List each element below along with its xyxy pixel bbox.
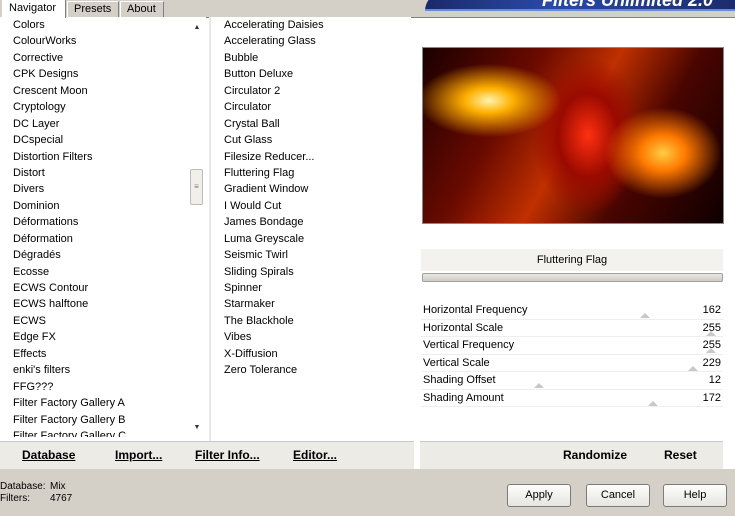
filter-item[interactable]: Sliding Spirals xyxy=(211,264,411,280)
category-item[interactable]: Filter Factory Gallery A xyxy=(0,395,188,411)
filters-label: Filters: xyxy=(0,493,30,504)
category-list[interactable]: Colors ColourWorks Corrective CPK Designs Cr… xyxy=(0,17,188,437)
parameter-value: 172 xyxy=(702,391,721,404)
apply-button[interactable]: Apply xyxy=(507,484,571,507)
category-item[interactable]: CPK Designs xyxy=(0,66,188,82)
filter-item[interactable]: The Blackhole xyxy=(211,313,411,329)
category-item[interactable]: ECWS halftone xyxy=(0,296,188,312)
parameter-list: Horizontal Frequency 162 Horizontal Scale 2… xyxy=(421,302,723,407)
category-item[interactable]: Crescent Moon xyxy=(0,83,188,99)
category-item[interactable]: Dominion xyxy=(0,198,188,214)
parameter-label: Vertical Scale xyxy=(423,356,490,369)
filter-item[interactable]: Luma Greyscale xyxy=(211,231,411,247)
parameter-row[interactable]: Horizontal Frequency 162 xyxy=(421,302,723,320)
category-item[interactable]: Edge FX xyxy=(0,329,188,345)
parameter-row[interactable]: Horizontal Scale 255 xyxy=(421,320,723,337)
filter-item[interactable]: Starmaker xyxy=(211,296,411,312)
cancel-button[interactable]: Cancel xyxy=(586,484,650,507)
filter-item[interactable]: Vibes xyxy=(211,329,411,345)
category-item[interactable]: DCspecial xyxy=(0,132,188,148)
filter-preview-image xyxy=(422,47,724,224)
tab-presets[interactable]: Presets xyxy=(67,1,119,17)
parameter-value: 255 xyxy=(702,321,721,334)
category-item[interactable]: DC Layer xyxy=(0,116,188,132)
app-logo: Filters Unlimited 2.0 xyxy=(425,0,735,11)
category-item[interactable]: Colors xyxy=(0,17,188,33)
filter-item[interactable]: James Bondage xyxy=(211,214,411,230)
category-item[interactable]: Divers xyxy=(0,181,188,197)
randomize-button[interactable]: Randomize xyxy=(563,448,627,462)
slider-marker-icon[interactable] xyxy=(647,400,658,406)
category-item[interactable]: Corrective xyxy=(0,50,188,66)
filter-item[interactable]: Filesize Reducer... xyxy=(211,149,411,165)
slider-marker-icon[interactable] xyxy=(640,313,651,318)
category-scrollbar[interactable]: ▲ ≡ ▼ xyxy=(188,17,206,437)
slider-marker-icon[interactable] xyxy=(687,365,698,371)
parameter-row[interactable]: Vertical Frequency 255 xyxy=(421,337,723,355)
category-item[interactable]: Déformations xyxy=(0,214,188,230)
filter-item[interactable]: X-Diffusion xyxy=(211,346,411,362)
parameter-row[interactable]: Vertical Scale 229 xyxy=(421,355,723,372)
category-item[interactable]: Déformation xyxy=(0,231,188,247)
category-item[interactable]: Distort xyxy=(0,165,188,181)
slider-marker-icon[interactable] xyxy=(534,383,545,388)
category-item[interactable]: Dégradés xyxy=(0,247,188,263)
parameter-value: 162 xyxy=(702,304,721,316)
parameter-row[interactable]: Shading Offset 12 xyxy=(421,372,723,390)
parameter-label: Shading Offset xyxy=(423,374,496,386)
category-item[interactable]: Distortion Filters xyxy=(0,149,188,165)
parameter-value: 255 xyxy=(702,339,721,351)
category-item[interactable]: ECWS xyxy=(0,313,188,329)
parameter-label: Horizontal Frequency xyxy=(423,304,528,316)
filter-list[interactable]: Accelerating Daisies Accelerating Glass Bu… xyxy=(211,17,411,437)
database-button[interactable]: Database xyxy=(22,448,75,462)
filter-item[interactable]: Circulator xyxy=(211,99,411,115)
import-button[interactable]: Import... xyxy=(115,448,162,462)
filter-item[interactable]: Fluttering Flag xyxy=(211,165,411,181)
parameter-row[interactable]: Shading Amount 172 xyxy=(421,390,723,407)
help-button[interactable]: Help xyxy=(663,484,727,507)
filter-item[interactable]: Gradient Window xyxy=(211,181,411,197)
preview-progress-bar xyxy=(422,273,723,282)
filters-count: 4767 xyxy=(50,493,73,504)
filter-info-button[interactable]: Filter Info... xyxy=(195,448,260,462)
database-label: Database: xyxy=(0,481,46,492)
category-item[interactable]: Cryptology xyxy=(0,99,188,115)
editor-button[interactable]: Editor... xyxy=(293,448,337,462)
category-item[interactable]: Filter Factory Gallery B xyxy=(0,412,188,428)
reset-button[interactable]: Reset xyxy=(664,448,697,462)
category-item[interactable]: Effects xyxy=(0,346,188,362)
filter-item[interactable]: Zero Tolerance xyxy=(211,362,411,378)
filter-item[interactable]: I Would Cut xyxy=(211,198,411,214)
parameter-label: Shading Amount xyxy=(423,391,504,404)
filter-item[interactable]: Accelerating Daisies xyxy=(211,17,411,33)
parameter-value: 229 xyxy=(702,356,721,369)
parameter-label: Vertical Frequency xyxy=(423,339,515,351)
scroll-down-icon[interactable]: ▼ xyxy=(188,419,206,437)
tab-about[interactable]: About xyxy=(120,1,164,17)
parameter-value: 12 xyxy=(708,374,721,386)
category-item[interactable]: enki's filters xyxy=(0,362,188,378)
category-item[interactable]: Filter Factory Gallery C xyxy=(0,428,188,437)
tab-navigator[interactable]: Navigator xyxy=(2,0,66,18)
selected-filter-name: Fluttering Flag xyxy=(421,249,723,271)
filter-item[interactable]: Crystal Ball xyxy=(211,116,411,132)
filter-item[interactable]: Button Deluxe xyxy=(211,66,411,82)
filter-item[interactable]: Spinner xyxy=(211,280,411,296)
status-info: Database: Mix Filters: 4767 xyxy=(0,481,72,505)
filter-item[interactable]: Accelerating Glass xyxy=(211,33,411,49)
category-item[interactable]: ECWS Contour xyxy=(0,280,188,296)
category-item[interactable]: Ecosse xyxy=(0,264,188,280)
parameter-label: Horizontal Scale xyxy=(423,321,504,334)
category-item[interactable]: FFG??? xyxy=(0,379,188,395)
scroll-up-icon[interactable]: ▲ xyxy=(188,19,206,37)
category-item[interactable]: ColourWorks xyxy=(0,33,188,49)
filter-item[interactable]: Cut Glass xyxy=(211,132,411,148)
database-value: Mix xyxy=(50,481,66,492)
filter-item[interactable]: Seismic Twirl xyxy=(211,247,411,263)
scroll-thumb[interactable]: ≡ xyxy=(190,169,203,205)
tab-strip: Navigator Presets About xyxy=(0,0,420,18)
filter-item[interactable]: Circulator 2 xyxy=(211,83,411,99)
filter-item[interactable]: Bubble xyxy=(211,50,411,66)
